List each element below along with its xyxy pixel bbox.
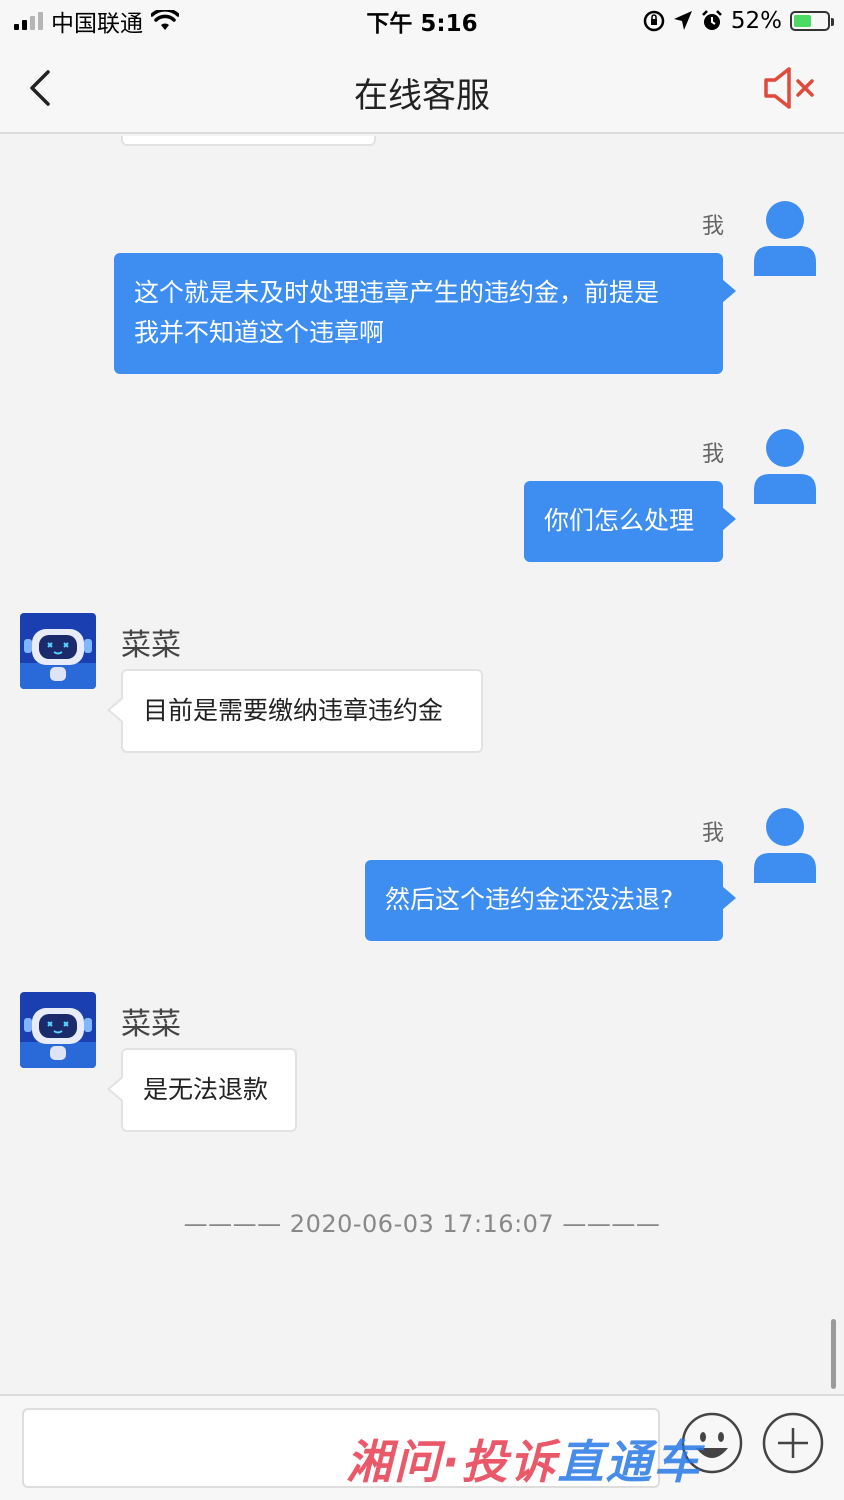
chat-timestamp: ———— 2020-06-03 17:16:07 ———— (183, 1210, 661, 1238)
sound-off-icon[interactable] (762, 64, 822, 112)
user-avatar-icon (754, 201, 816, 276)
message-bubble-me: 然后这个违约金还没法退? (365, 860, 736, 941)
alarm-icon (701, 10, 722, 30)
battery-percent: 52% (730, 8, 782, 34)
sender-label-me: 我 (701, 821, 724, 846)
nav-bar: 在线客服 (0, 42, 844, 134)
user-avatar-icon (754, 808, 816, 883)
bot-avatar-icon (20, 992, 96, 1068)
message-text-line: 我并不知道这个违章啊 (134, 318, 385, 347)
message-bubble-me: 你们怎么处理 (524, 481, 736, 562)
message-bubble-bot: 是无法退款 (107, 1048, 297, 1132)
message-bubble-bot: 目前是需要缴纳违章违约金 (107, 669, 483, 753)
bot-avatar-icon (20, 613, 96, 689)
rotation-lock-icon (643, 10, 665, 32)
user-avatar-icon (754, 429, 816, 504)
status-left: 中国联通 (14, 4, 179, 38)
message-input[interactable] (22, 1408, 660, 1488)
sender-label-me: 我 (701, 442, 724, 467)
carrier-label: 中国联通 (51, 11, 143, 37)
wifi-icon (151, 10, 179, 30)
input-bar: 湘问·投诉直通车 (0, 1394, 844, 1500)
message-bubble-me: 这个就是未及时处理违章产生的违约金，前提是 我并不知道这个违章啊 (114, 253, 736, 374)
bot-name: 菜菜 (121, 1007, 181, 1042)
status-right: 52% (643, 8, 834, 34)
bot-name: 菜菜 (121, 628, 181, 663)
status-bar: 中国联通 下午 5:16 52% (0, 0, 844, 42)
signal-icon (14, 12, 43, 30)
chat-area[interactable]: 我 这个就是未及时处理违章产生的违约金，前提是 我并不知道这个违章啊 我 你们怎… (0, 136, 844, 1394)
plus-icon[interactable] (762, 1412, 824, 1474)
message-text-line: 这个就是未及时处理违章产生的违约金，前提是 (134, 278, 660, 307)
battery-icon (790, 11, 834, 31)
battery-fill (794, 15, 811, 27)
sender-label-me: 我 (701, 214, 724, 239)
location-icon (673, 11, 692, 30)
emoji-icon[interactable] (681, 1412, 743, 1474)
scrollbar[interactable] (831, 1319, 836, 1389)
previous-message-bubble (121, 136, 376, 146)
page-title: 在线客服 (354, 76, 490, 116)
